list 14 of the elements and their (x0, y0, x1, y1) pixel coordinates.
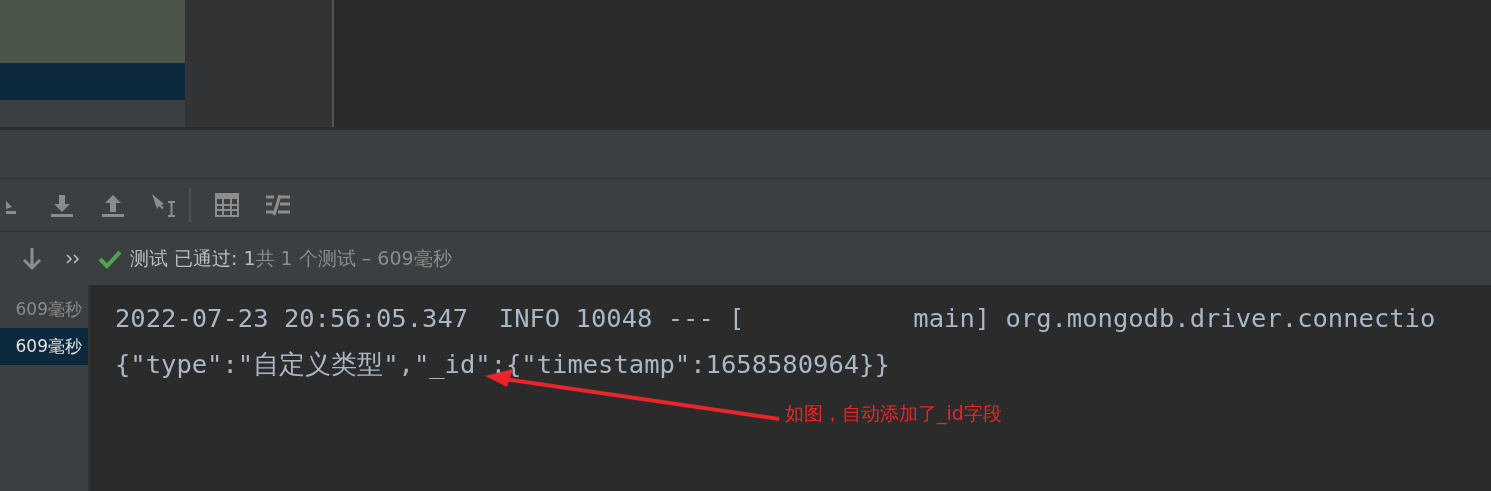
check-icon (98, 248, 122, 269)
console-line: 2022-07-23 20:56:05.347 INFO 10048 --- [ main] org.mongodb.driver.connectio (115, 302, 1437, 335)
test-status: 测试 已通过: 1 (130, 245, 256, 271)
annotation-text: 如图，自动添加了_id字段 (785, 401, 1002, 427)
download-icon[interactable] (50, 193, 73, 217)
console-line: {"type":"自定义类型","_id":{"timestamp":1658580964}} (115, 348, 891, 381)
test-summary: 共 1 个测试 – 609毫秒 (255, 245, 452, 271)
arrow-cursor-icon[interactable] (150, 192, 177, 218)
down-arrow-icon[interactable] (22, 246, 42, 271)
table-icon[interactable] (214, 193, 239, 217)
chevrons-icon[interactable] (66, 253, 80, 264)
test-duration[interactable]: 609毫秒 (0, 328, 88, 365)
diff-icon[interactable] (265, 194, 290, 216)
upload-icon[interactable] (101, 193, 124, 217)
